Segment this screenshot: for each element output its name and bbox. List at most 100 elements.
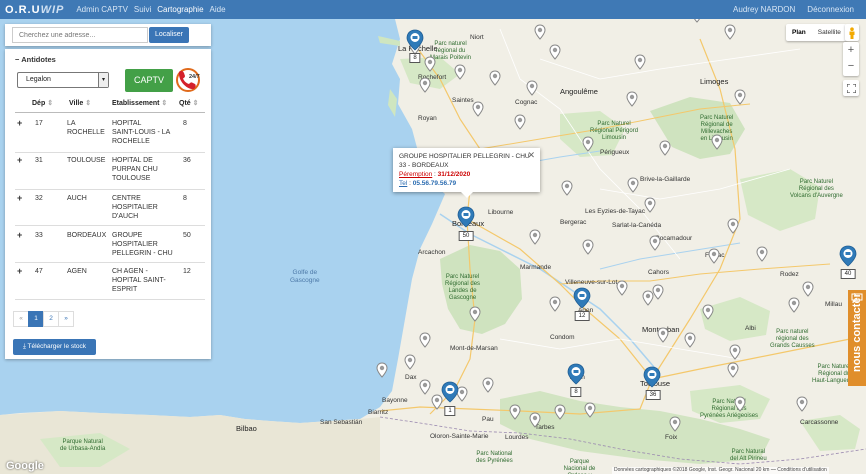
nav-admin-captv[interactable]: Admin CAPTV (76, 5, 128, 14)
expand-row-icon[interactable]: + (17, 155, 22, 165)
gray-pin-icon[interactable] (534, 24, 546, 40)
panel-title[interactable]: − Antidotes (15, 55, 56, 64)
gray-pin-icon[interactable] (659, 140, 671, 156)
gray-pin-icon[interactable] (756, 246, 768, 262)
gray-pin-icon[interactable] (669, 416, 681, 432)
pegman-icon[interactable] (845, 24, 859, 41)
gray-pin-icon[interactable] (727, 218, 739, 234)
gray-pin-icon[interactable] (796, 396, 808, 412)
gray-pin-icon[interactable] (708, 248, 720, 264)
blue-pin-rodez[interactable] (839, 245, 857, 267)
nav-cartographie[interactable]: Cartographie (157, 5, 203, 14)
gray-pin-icon[interactable] (454, 64, 466, 80)
blue-pin-la-rochelle[interactable] (406, 29, 424, 51)
gray-pin-icon[interactable] (626, 91, 638, 107)
download-stock-button[interactable]: ⤓ Télécharger le stock (13, 339, 96, 355)
gray-pin-icon[interactable] (472, 101, 484, 117)
logout-link[interactable]: Déconnexion (807, 5, 854, 14)
gray-pin-icon[interactable] (802, 281, 814, 297)
gray-pin-icon[interactable] (549, 44, 561, 60)
gray-pin-icon[interactable] (419, 379, 431, 395)
panel-title-label: Antidotes (21, 55, 56, 64)
zoom-in-button[interactable]: + (843, 42, 859, 58)
address-search-input[interactable] (12, 27, 148, 43)
expand-row-icon[interactable]: + (17, 193, 22, 203)
cell-dep: 31 (35, 157, 43, 164)
col-etablissement[interactable]: Etablissement ⇕ (112, 99, 167, 107)
nav-suivi[interactable]: Suivi (134, 5, 151, 14)
gray-pin-icon[interactable] (424, 56, 436, 72)
contact-tab[interactable]: nous contacter (848, 290, 866, 386)
gray-pin-icon[interactable] (549, 296, 561, 312)
zoom-out-button[interactable]: − (843, 58, 859, 74)
gray-pin-icon[interactable] (404, 354, 416, 370)
infowindow-tel-value[interactable]: 05.56.79.56.79 (413, 180, 456, 187)
blue-pin-auch[interactable] (567, 363, 585, 385)
gray-pin-icon[interactable] (734, 396, 746, 412)
gray-pin-icon[interactable] (376, 362, 388, 378)
gray-pin-icon[interactable] (482, 377, 494, 393)
gray-pin-icon[interactable] (582, 239, 594, 255)
gray-pin-icon[interactable] (419, 332, 431, 348)
fullscreen-icon[interactable] (843, 80, 859, 96)
gray-pin-icon[interactable] (509, 404, 521, 420)
gray-pin-icon[interactable] (469, 306, 481, 322)
gray-pin-icon[interactable] (711, 134, 723, 150)
gray-pin-icon[interactable] (514, 114, 526, 130)
gray-pin-icon[interactable] (561, 180, 573, 196)
col-qte[interactable]: Qté ⇕ (179, 99, 199, 107)
gray-pin-icon[interactable] (419, 77, 431, 93)
gray-pin-icon[interactable] (582, 136, 594, 152)
gray-pin-icon[interactable] (691, 19, 703, 23)
pager-page-1[interactable]: 1 (28, 311, 44, 327)
gray-pin-icon[interactable] (724, 24, 736, 40)
gray-pin-icon[interactable] (702, 304, 714, 320)
gray-pin-icon[interactable] (657, 327, 669, 343)
nav-aide[interactable]: Aide (210, 5, 226, 14)
blue-pin-toulouse[interactable] (643, 366, 661, 388)
blue-pin-pau[interactable] (441, 381, 459, 403)
col-ville[interactable]: Ville ⇕ (69, 99, 91, 107)
gray-pin-icon[interactable] (729, 344, 741, 360)
gray-pin-icon[interactable] (489, 70, 501, 86)
gray-pin-icon[interactable] (584, 402, 596, 418)
pager-next[interactable]: » (58, 311, 74, 327)
label-biarritz: Biarritz (368, 409, 389, 416)
col-dep[interactable]: Dép ⇕ (32, 99, 53, 107)
expand-row-icon[interactable]: + (17, 266, 22, 276)
infowindow-name: GROUPE HOSPITALIER PELLEGRIN - CHU (399, 153, 530, 160)
pager-prev[interactable]: « (13, 311, 29, 327)
gray-pin-icon[interactable] (616, 280, 628, 296)
pin-count-pau: 1 (444, 406, 456, 416)
gray-pin-icon[interactable] (642, 290, 654, 306)
map-attribution[interactable]: Données cartographiques ©2018 Google, In… (612, 467, 829, 474)
gray-pin-icon[interactable] (554, 404, 566, 420)
gray-pin-icon[interactable] (734, 89, 746, 105)
gray-pin-icon[interactable] (627, 177, 639, 193)
expand-row-icon[interactable]: + (17, 230, 22, 240)
expand-row-icon[interactable]: + (17, 118, 22, 128)
map-type-control: Plan Satellite (786, 24, 847, 41)
map-type-satellite[interactable]: Satellite (812, 24, 847, 41)
gray-pin-icon[interactable] (727, 362, 739, 378)
blue-pin-agen[interactable] (573, 287, 591, 309)
antidote-select[interactable]: Legalon ▾ (17, 72, 109, 88)
label-albi: Albi (745, 325, 756, 332)
close-icon[interactable]: ✕ (527, 151, 535, 160)
phone-24-7-icon[interactable]: 24/7 (175, 67, 201, 93)
gray-pin-icon[interactable] (634, 54, 646, 70)
gray-pin-icon[interactable] (644, 197, 656, 213)
locate-button[interactable]: Localiser (149, 27, 189, 43)
gray-pin-icon[interactable] (526, 80, 538, 96)
gray-pin-icon[interactable] (649, 235, 661, 251)
gray-pin-icon[interactable] (529, 229, 541, 245)
gray-pin-icon[interactable] (684, 332, 696, 348)
blue-pin-bordeaux[interactable] (457, 206, 475, 228)
captv-button[interactable]: CAPTV (125, 69, 173, 92)
gray-pin-icon[interactable] (788, 297, 800, 313)
map-type-plan[interactable]: Plan (786, 24, 812, 41)
user-name[interactable]: Audrey NARDON (733, 5, 795, 14)
gray-pin-icon[interactable] (529, 412, 541, 428)
brand-logo[interactable]: O.R.UWIP (5, 4, 64, 16)
pager-page-2[interactable]: 2 (43, 311, 59, 327)
